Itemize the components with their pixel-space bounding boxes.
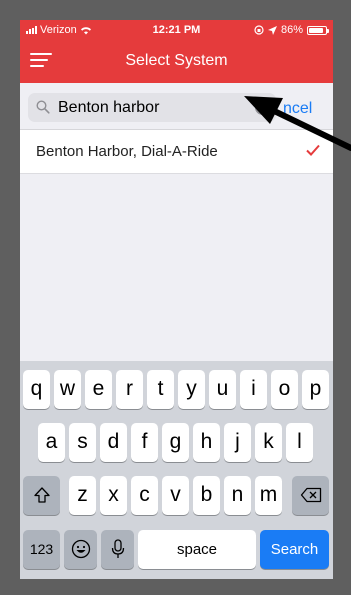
key-g[interactable]: g — [162, 423, 189, 462]
page-title: Select System — [125, 52, 228, 69]
key-l[interactable]: l — [286, 423, 313, 462]
key-q[interactable]: q — [23, 370, 50, 409]
status-right: 86% — [254, 24, 329, 36]
search-key[interactable]: Search — [260, 530, 329, 569]
checkmark-icon — [306, 144, 320, 156]
key-p[interactable]: p — [302, 370, 329, 409]
key-c[interactable]: c — [131, 476, 158, 515]
dictation-key[interactable] — [101, 530, 134, 569]
key-x[interactable]: x — [100, 476, 127, 515]
key-h[interactable]: h — [193, 423, 220, 462]
search-input[interactable] — [58, 96, 238, 119]
backspace-key[interactable] — [292, 476, 329, 515]
key-v[interactable]: v — [162, 476, 189, 515]
key-r[interactable]: r — [116, 370, 143, 409]
key-w[interactable]: w — [54, 370, 81, 409]
key-j[interactable]: j — [224, 423, 251, 462]
status-bar: Verizon 12:21 PM 86% — [20, 20, 333, 42]
key-n[interactable]: n — [224, 476, 251, 515]
key-o[interactable]: o — [271, 370, 298, 409]
key-i[interactable]: i — [240, 370, 267, 409]
shift-key[interactable] — [23, 476, 60, 515]
key-e[interactable]: e — [85, 370, 112, 409]
key-u[interactable]: u — [209, 370, 236, 409]
key-f[interactable]: f — [131, 423, 158, 462]
clear-icon[interactable]: × — [255, 100, 270, 115]
key-k[interactable]: k — [255, 423, 282, 462]
emoji-icon — [71, 539, 90, 559]
microphone-icon — [111, 539, 124, 558]
key-z[interactable]: z — [69, 476, 96, 515]
location-icon — [267, 25, 277, 35]
battery-icon — [307, 25, 329, 35]
key-b[interactable]: b — [193, 476, 220, 515]
emoji-key[interactable] — [64, 530, 97, 569]
key-t[interactable]: t — [147, 370, 174, 409]
backspace-icon — [300, 487, 321, 503]
key-m[interactable]: m — [255, 476, 282, 515]
search-bar: × ncel — [20, 83, 333, 130]
shift-icon — [33, 487, 50, 503]
result-list-item[interactable]: Benton Harbor, Dial-A-Ride — [20, 130, 333, 174]
keyboard: q w e r t y u i o p a s d f g h j k l z … — [20, 361, 333, 579]
numbers-key[interactable]: 123 — [23, 530, 60, 569]
battery-percent: 86% — [280, 24, 303, 36]
search-icon — [36, 100, 50, 114]
key-y[interactable]: y — [178, 370, 205, 409]
space-key[interactable]: space — [138, 530, 256, 569]
key-d[interactable]: d — [100, 423, 127, 462]
orientation-lock-icon — [254, 25, 264, 35]
key-a[interactable]: a — [38, 423, 65, 462]
cancel-button[interactable]: ncel — [283, 100, 312, 118]
result-label: Benton Harbor, Dial-A-Ride — [36, 143, 218, 160]
search-field[interactable]: × — [28, 93, 276, 122]
key-s[interactable]: s — [69, 423, 96, 462]
phone-screen: Verizon 12:21 PM 86% Select System Bento… — [20, 20, 333, 579]
navigation-bar: Select System — [20, 42, 333, 83]
app-header: Verizon 12:21 PM 86% Select System — [20, 20, 333, 83]
